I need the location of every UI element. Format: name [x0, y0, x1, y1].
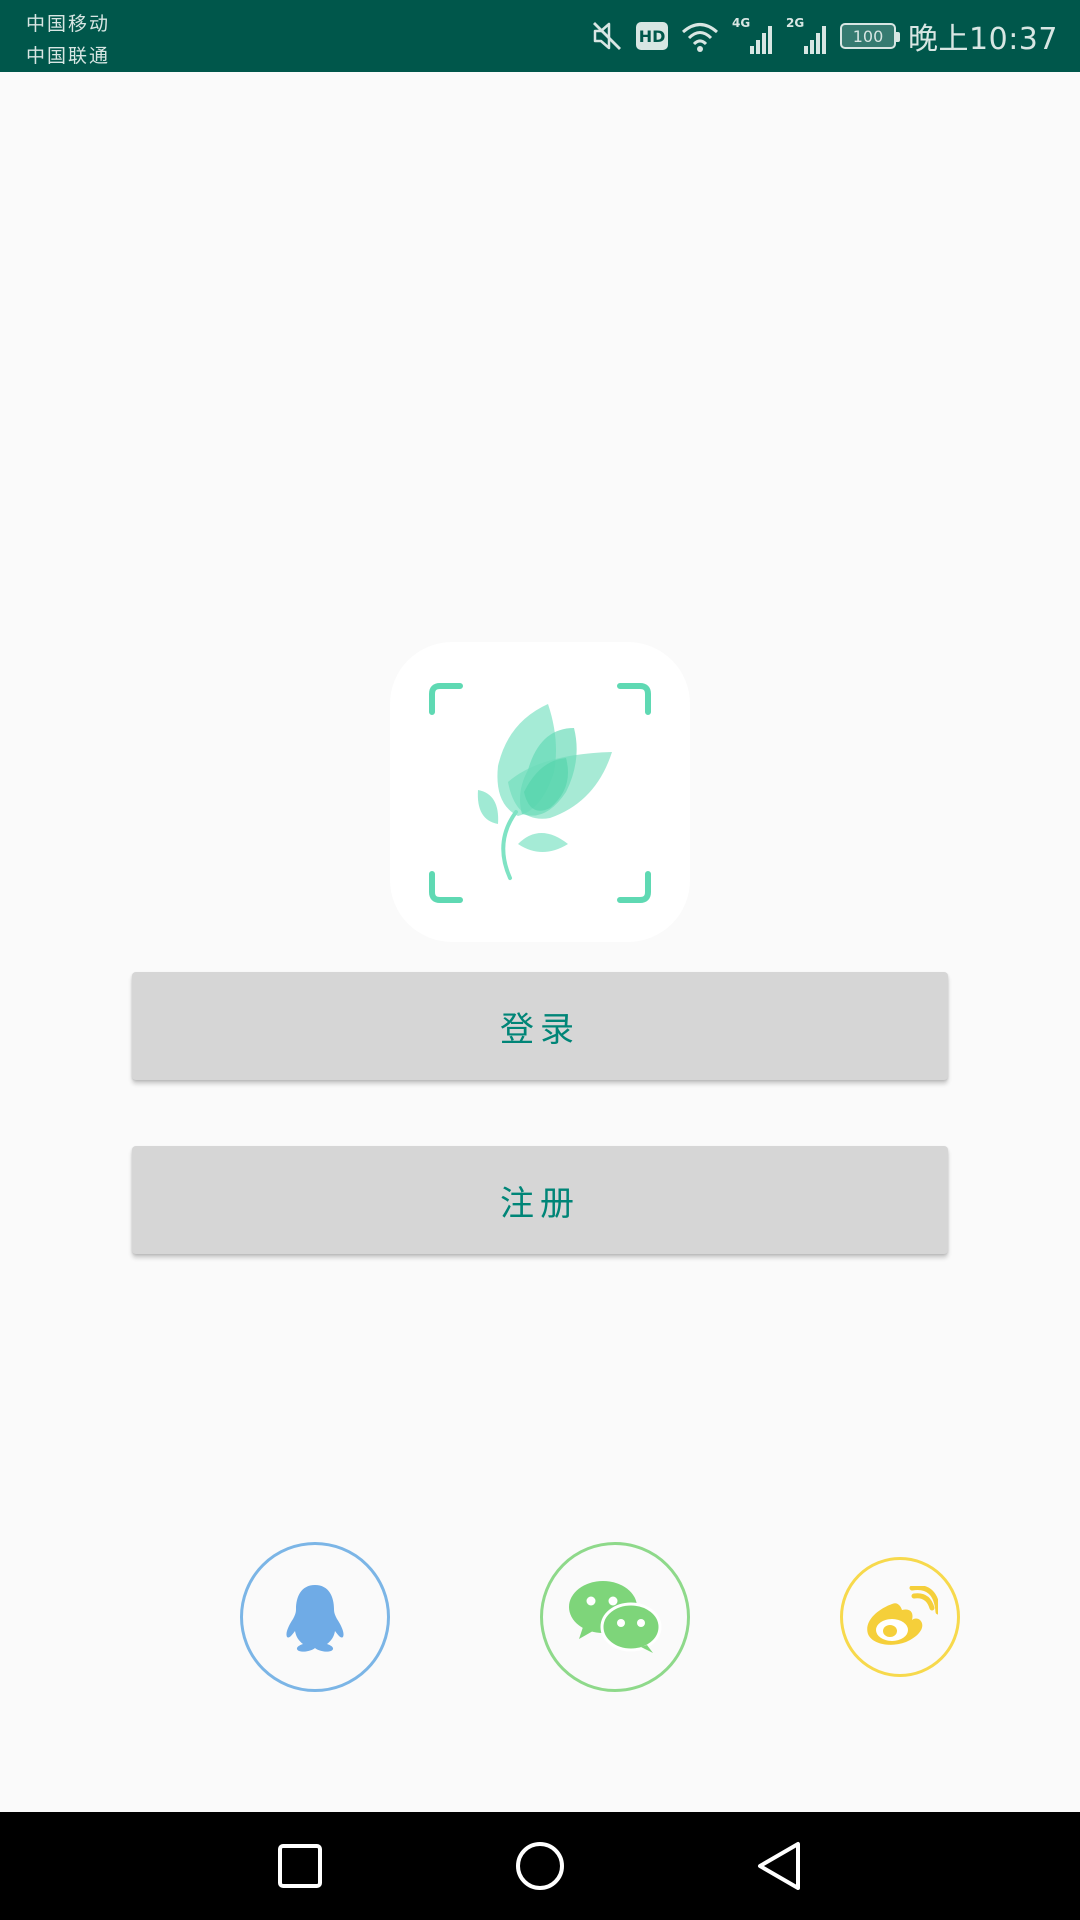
- weibo-icon: [867, 1586, 938, 1645]
- hd-icon: HD: [636, 22, 669, 50]
- back-icon: [758, 1842, 800, 1890]
- network-4g-label: 4G: [732, 16, 751, 30]
- weibo-login-button[interactable]: [840, 1557, 960, 1677]
- battery-icon: 100: [840, 23, 901, 49]
- wifi-icon: [680, 19, 720, 53]
- register-button[interactable]: 注册: [132, 1146, 948, 1254]
- flower-scan-icon: [429, 683, 651, 903]
- signal-2g-icon: 2G: [786, 16, 828, 56]
- qq-login-button[interactable]: [240, 1542, 390, 1692]
- recent-apps-button[interactable]: [270, 1836, 330, 1896]
- network-2g-label: 2G: [786, 16, 805, 30]
- app-logo: [390, 642, 690, 942]
- wechat-login-button[interactable]: [540, 1542, 690, 1692]
- home-icon: [516, 1842, 564, 1890]
- qq-icon: [286, 1585, 344, 1652]
- navigation-bar: [0, 1812, 1080, 1920]
- back-button[interactable]: [750, 1836, 810, 1896]
- login-button[interactable]: 登录: [132, 972, 948, 1080]
- home-button[interactable]: [510, 1836, 570, 1896]
- status-bar: 中国移动 中国联通 HD 4G 2G 100 晚上10:37: [0, 0, 1080, 72]
- wechat-icon: [569, 1581, 662, 1653]
- status-icons: HD 4G 2G 100 晚上10:37: [590, 0, 1058, 72]
- carrier-2: 中国联通: [26, 45, 111, 67]
- carrier-info: 中国移动 中国联通: [26, 8, 110, 72]
- signal-4g-icon: 4G: [732, 16, 774, 56]
- mute-icon: [590, 19, 624, 53]
- recent-apps-icon: [278, 1844, 322, 1888]
- carrier-1: 中国移动: [26, 13, 111, 35]
- clock: 晚上10:37: [908, 22, 1058, 57]
